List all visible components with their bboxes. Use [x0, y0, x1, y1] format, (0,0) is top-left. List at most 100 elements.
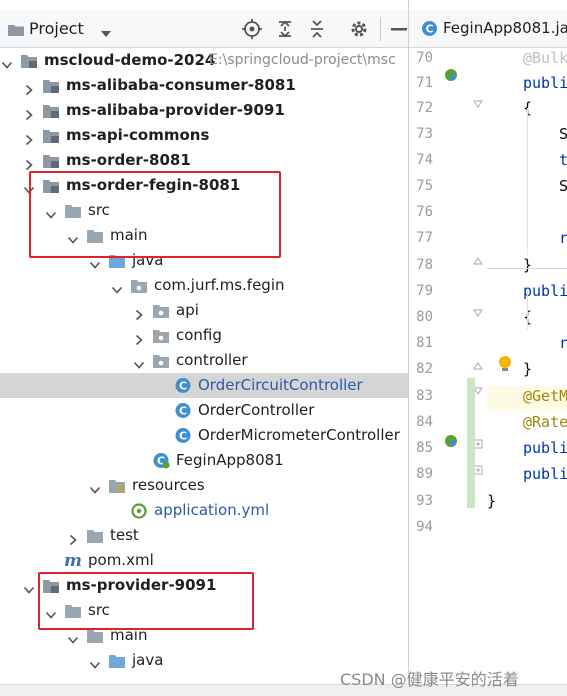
spring-bean-icon[interactable] [443, 67, 459, 87]
project-panel-header: Project [0, 10, 408, 48]
code-line: r [559, 334, 567, 352]
line-number: 93 [416, 493, 433, 509]
code-line: publi [523, 74, 567, 92]
expand-all-icon[interactable] [272, 16, 298, 42]
module-icon [42, 77, 60, 94]
svg-text:C: C [179, 430, 187, 443]
tree-item[interactable]: C FeginApp8081 [0, 448, 408, 473]
tree-item-label: OrderMicrometerController [198, 426, 400, 444]
chevron-right-icon[interactable] [23, 79, 35, 96]
tree-item-label: ms-order-8081 [66, 151, 191, 169]
line-number: 83 [416, 388, 433, 404]
tree-item-label: resources [132, 476, 205, 494]
tree-item[interactable]: ms-alibaba-consumer-8081 [0, 73, 408, 98]
module-icon [20, 52, 38, 69]
tree-item[interactable]: m pom.xml [0, 548, 408, 573]
source-folder-icon [108, 652, 126, 669]
tree-item[interactable]: C OrderController [0, 398, 408, 423]
chevron-right-icon[interactable] [67, 529, 79, 546]
tree-item[interactable]: mscloud-demo-2024 E:\springcloud-project\… [0, 48, 408, 73]
line-number: 89 [416, 466, 433, 482]
line-number: 73 [416, 126, 433, 142]
java-class-icon: C [421, 20, 438, 37]
lightbulb-icon[interactable] [497, 355, 513, 377]
gear-icon[interactable] [346, 16, 372, 42]
tree-item[interactable]: ms-order-8081 [0, 148, 408, 173]
chevron-down-icon[interactable] [89, 479, 101, 494]
fold-icon[interactable] [473, 95, 483, 114]
tree-item[interactable]: config [0, 323, 408, 348]
fold-icon[interactable] [473, 251, 483, 270]
tree-item-label: ms-api-commons [66, 126, 210, 144]
highlight-box-order-fegin [29, 171, 281, 258]
package-icon [152, 352, 170, 369]
tree-item-label: OrderController [198, 401, 315, 419]
code-line: } [487, 492, 497, 510]
collapse-all-icon[interactable] [304, 16, 330, 42]
package-icon [152, 327, 170, 344]
fold-icon[interactable] [473, 304, 483, 323]
code-line: publi [523, 282, 567, 300]
tree-item[interactable]: resources [0, 473, 408, 498]
chevron-down-icon[interactable] [89, 654, 101, 669]
chevron-right-icon[interactable] [133, 329, 145, 346]
line-number: 80 [416, 309, 433, 325]
code-editor: C FeginApp8081.ja 70 71 72 73 74 75 76 77 78 79 80… [408, 0, 567, 696]
chevron-down-icon[interactable] [23, 579, 35, 594]
tree-item-label: api [176, 301, 199, 319]
chevron-down-icon[interactable] [1, 54, 13, 69]
spring-bean-icon[interactable] [443, 433, 459, 453]
tree-item[interactable]: test [0, 523, 408, 548]
tree-item[interactable]: ms-alibaba-provider-9091 [0, 98, 408, 123]
hide-panel-icon[interactable] [386, 16, 408, 42]
code-line: t [559, 151, 567, 169]
project-tool-window: Project mscloud-demo-2024 E:\springcloud-… [0, 0, 408, 696]
fold-icon[interactable] [473, 356, 483, 375]
chevron-down-icon[interactable] [100, 24, 112, 37]
code-line: S [559, 177, 567, 195]
svg-text:C: C [179, 405, 187, 418]
method-separator [487, 268, 567, 269]
chevron-right-icon[interactable] [23, 154, 35, 171]
code-line: publi [523, 439, 567, 457]
chevron-down-icon[interactable] [67, 629, 79, 644]
tree-item[interactable]: api [0, 298, 408, 323]
maven-icon: m [64, 551, 82, 571]
tree-item-label: com.jurf.ms.fegin [154, 276, 285, 294]
java-class-icon: C [174, 377, 192, 394]
tree-item[interactable]: C OrderCircuitController [0, 373, 408, 398]
vcs-change-marker [467, 378, 475, 512]
locate-target-icon[interactable] [239, 16, 265, 42]
spring-config-icon [130, 502, 148, 519]
chevron-right-icon[interactable] [23, 104, 35, 121]
code-line: @Bulk [523, 49, 567, 67]
project-path: E:\springcloud-project\msc [209, 52, 396, 68]
code-line: publi [523, 465, 567, 483]
code-line: @Rate [523, 413, 567, 431]
chevron-right-icon[interactable] [133, 304, 145, 321]
tree-item-label: pom.xml [88, 551, 154, 569]
tree-item[interactable]: ms-api-commons [0, 123, 408, 148]
package-icon [130, 277, 148, 294]
tree-item-label: application.yml [154, 501, 270, 519]
module-icon [42, 127, 60, 144]
chevron-right-icon[interactable] [23, 129, 35, 146]
tree-item-label: config [176, 326, 222, 344]
editor-tab-fegin-app[interactable]: FeginApp8081.ja [443, 19, 567, 37]
project-panel-title: Project [29, 19, 84, 38]
tree-item-label: ms-alibaba-consumer-8081 [66, 76, 296, 94]
chevron-down-icon[interactable] [111, 279, 123, 294]
editor-tab-bar: C FeginApp8081.ja [409, 10, 567, 48]
code-line: S [559, 125, 567, 143]
chevron-down-icon[interactable] [133, 354, 145, 369]
line-number: 75 [416, 178, 433, 194]
tree-item[interactable]: application.yml [0, 498, 408, 523]
module-icon [42, 152, 60, 169]
tree-item[interactable]: controller [0, 348, 408, 373]
svg-text:C: C [179, 380, 187, 393]
svg-text:m: m [64, 552, 82, 569]
line-number: 71 [416, 75, 433, 91]
resources-folder-icon [108, 477, 126, 494]
tree-item[interactable]: com.jurf.ms.fegin [0, 273, 408, 298]
tree-item[interactable]: C OrderMicrometerController [0, 423, 408, 448]
